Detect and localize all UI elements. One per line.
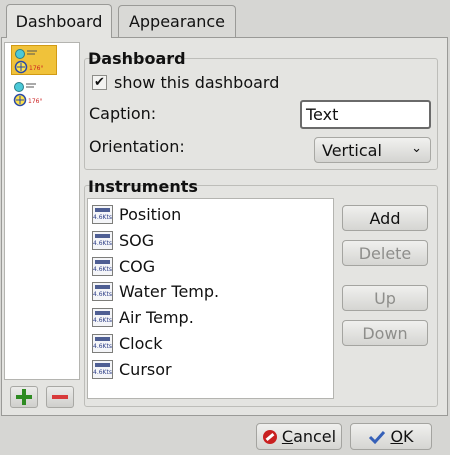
- caption-label: Caption:: [89, 104, 157, 123]
- add-dashboard-button[interactable]: [10, 386, 38, 408]
- svg-text:176°: 176°: [28, 98, 42, 105]
- list-item[interactable]: 4.6Kts COG: [92, 255, 155, 277]
- orientation-select-value: Vertical: [322, 141, 382, 160]
- list-item[interactable]: 4.6Kts Position: [92, 203, 181, 225]
- show-dashboard-checkbox[interactable]: ✔: [92, 75, 107, 90]
- dashboard-preview-icon: 176°: [13, 82, 42, 107]
- list-item-label: Clock: [119, 333, 163, 353]
- dashboard-list-item[interactable]: 176°: [11, 45, 57, 75]
- checkmark-icon: [369, 430, 386, 444]
- tab-appearance-label: Appearance: [128, 12, 226, 31]
- instrument-icon: 4.6Kts: [92, 204, 113, 224]
- move-up-button[interactable]: Up: [342, 285, 428, 311]
- cancel-icon: [262, 429, 277, 444]
- cancel-mnemonic: C: [281, 427, 294, 446]
- orientation-label: Orientation:: [89, 137, 185, 156]
- add-instrument-button[interactable]: Add: [342, 205, 428, 231]
- instrument-icon: 4.6Kts: [92, 230, 113, 250]
- tab-dashboard[interactable]: Dashboard: [6, 4, 112, 38]
- tab-dashboard-label: Dashboard: [15, 12, 103, 31]
- plus-icon: [16, 389, 32, 405]
- caption-input[interactable]: Text: [300, 100, 431, 129]
- instruments-list[interactable]: 4.6Kts Position 4.6Kts SOG 4.6Kts COG 4.…: [87, 198, 334, 399]
- list-item-label: Cursor: [119, 359, 172, 379]
- instrument-icon: 4.6Kts: [92, 281, 113, 301]
- instrument-icon: 4.6Kts: [92, 359, 113, 379]
- list-item-label: COG: [119, 256, 156, 276]
- instrument-icon: 4.6Kts: [92, 307, 113, 327]
- dashboard-preview-icon: 176°: [14, 49, 43, 74]
- orientation-select[interactable]: Vertical ⌄: [314, 137, 431, 163]
- list-item-label: SOG: [119, 230, 155, 250]
- list-item[interactable]: 4.6Kts Air Temp.: [92, 306, 194, 328]
- list-item[interactable]: 4.6Kts Cursor: [92, 358, 172, 380]
- list-item-label: Water Temp.: [119, 281, 220, 301]
- dashboard-group-title: Dashboard: [88, 49, 186, 68]
- svg-text:176°: 176°: [29, 65, 43, 72]
- list-item[interactable]: 4.6Kts SOG: [92, 229, 154, 251]
- move-down-button[interactable]: Down: [342, 320, 428, 346]
- dashboard-list[interactable]: 176° 176°: [4, 42, 80, 380]
- list-item-label: Air Temp.: [119, 307, 194, 327]
- cancel-button[interactable]: Cancel: [256, 423, 342, 450]
- instruments-group-title: Instruments: [88, 177, 198, 196]
- dashboard-list-item[interactable]: 176°: [11, 79, 57, 109]
- instrument-icon: 4.6Kts: [92, 333, 113, 353]
- ok-label: K: [403, 427, 414, 446]
- list-item[interactable]: 4.6Kts Water Temp.: [92, 280, 219, 302]
- list-item-label: Position: [119, 204, 182, 224]
- chevron-down-icon: ⌄: [411, 141, 422, 156]
- cancel-label: ancel: [293, 427, 337, 446]
- remove-dashboard-button[interactable]: [46, 386, 74, 408]
- ok-mnemonic: O: [390, 427, 404, 446]
- list-item[interactable]: 4.6Kts Clock: [92, 332, 162, 354]
- tab-appearance[interactable]: Appearance: [118, 5, 236, 37]
- show-dashboard-label: show this dashboard: [114, 73, 280, 92]
- minus-icon: [52, 395, 68, 399]
- checkmark-icon: ✔: [94, 75, 105, 90]
- instrument-icon: 4.6Kts: [92, 256, 113, 276]
- delete-instrument-button[interactable]: Delete: [342, 240, 428, 266]
- ok-button[interactable]: OK: [350, 423, 432, 450]
